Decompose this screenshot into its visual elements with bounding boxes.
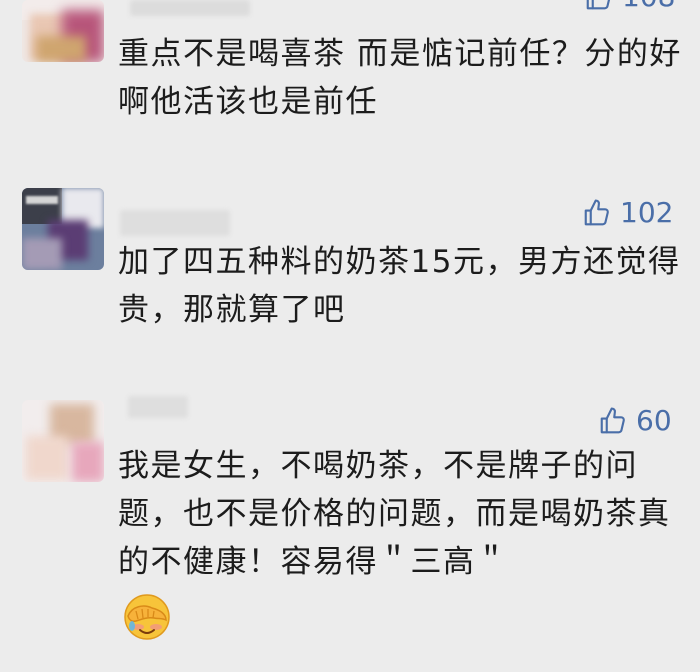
thumbs-up-icon	[598, 406, 628, 436]
username[interactable]	[120, 210, 230, 236]
avatar[interactable]	[22, 0, 104, 62]
like-button[interactable]: 108	[584, 0, 675, 13]
like-count: 102	[620, 196, 674, 229]
thumbs-up-icon	[582, 198, 612, 228]
like-count: 60	[636, 404, 672, 437]
comment-text: 重点不是喝喜茶 而是惦记前任？分的好啊他活该也是前任	[118, 36, 682, 120]
avatar[interactable]	[22, 188, 104, 270]
username[interactable]	[130, 0, 250, 16]
comment-text: 我是女生，不喝奶茶，不是牌子的问题，也不是价格的问题，而是喝奶茶真的不健康！容易…	[118, 448, 671, 580]
username[interactable]	[128, 396, 188, 418]
like-count: 108	[622, 0, 675, 13]
avatar[interactable]	[22, 400, 104, 482]
like-button[interactable]: 102	[582, 196, 673, 229]
comment-1: 108 重点不是喝喜茶 而是惦记前任？分的好啊他活该也是前任	[0, 0, 700, 170]
comment-text: 加了四五种料的奶茶15元，男方还觉得贵，那就算了吧	[118, 244, 681, 328]
like-button[interactable]: 60	[598, 404, 672, 437]
comment-3: 60 我是女生，不喝奶茶，不是牌子的问题，也不是价格的问题，而是喝奶茶真的不健康…	[0, 380, 700, 672]
comment-2: 102 加了四五种料的奶茶15元，男方还觉得贵，那就算了吧	[0, 170, 700, 380]
thumbs-up-icon	[584, 0, 614, 12]
face-with-hand-over-eyes-emoji	[122, 592, 172, 646]
